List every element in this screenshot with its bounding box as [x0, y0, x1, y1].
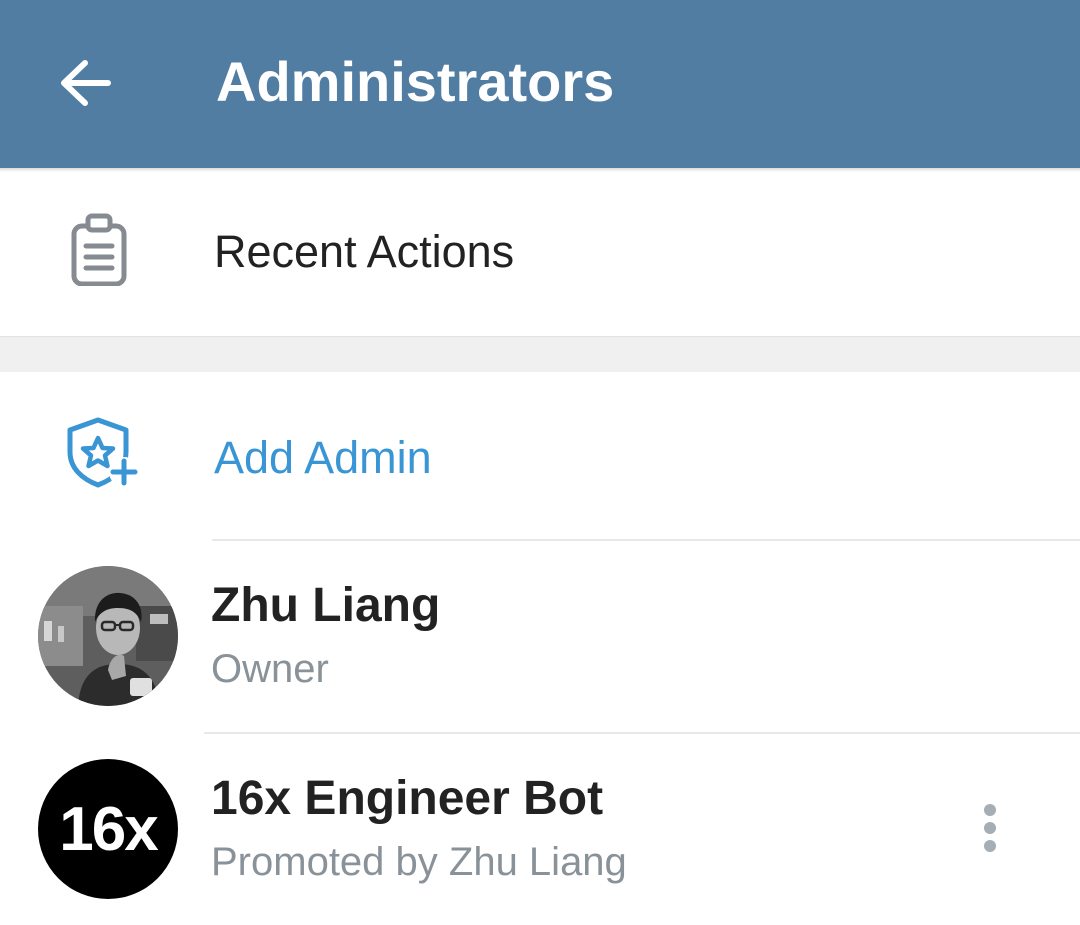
- admin-role: Owner: [211, 647, 329, 691]
- avatar: [38, 566, 178, 706]
- page-title: Administrators: [216, 50, 615, 113]
- add-admin-label: Add Admin: [214, 432, 432, 483]
- arrow-left-icon: [59, 59, 111, 111]
- clipboard-icon: [62, 212, 136, 286]
- admin-name: 16x Engineer Bot: [211, 772, 604, 825]
- more-vertical-icon: [984, 822, 996, 834]
- admin-list-item[interactable]: Zhu Liang Owner: [0, 540, 1080, 733]
- avatar: 16x: [38, 759, 178, 899]
- section-divider: [0, 336, 1080, 372]
- admin-role: Promoted by Zhu Liang: [211, 840, 627, 884]
- add-admin-item[interactable]: Add Admin: [0, 372, 1080, 540]
- back-button[interactable]: [40, 40, 130, 130]
- admin-name: Zhu Liang: [211, 579, 441, 632]
- app-bar: Administrators: [0, 0, 1080, 168]
- recent-actions-item[interactable]: Recent Actions: [0, 172, 1080, 336]
- more-vertical-icon: [984, 804, 996, 816]
- more-options-button[interactable]: [960, 793, 1020, 863]
- recent-actions-label: Recent Actions: [214, 226, 515, 277]
- more-vertical-icon: [984, 840, 996, 852]
- shield-star-plus-icon: [60, 416, 140, 490]
- admin-list-item[interactable]: 16x 16x Engineer Bot Promoted by Zhu Lia…: [0, 733, 1080, 925]
